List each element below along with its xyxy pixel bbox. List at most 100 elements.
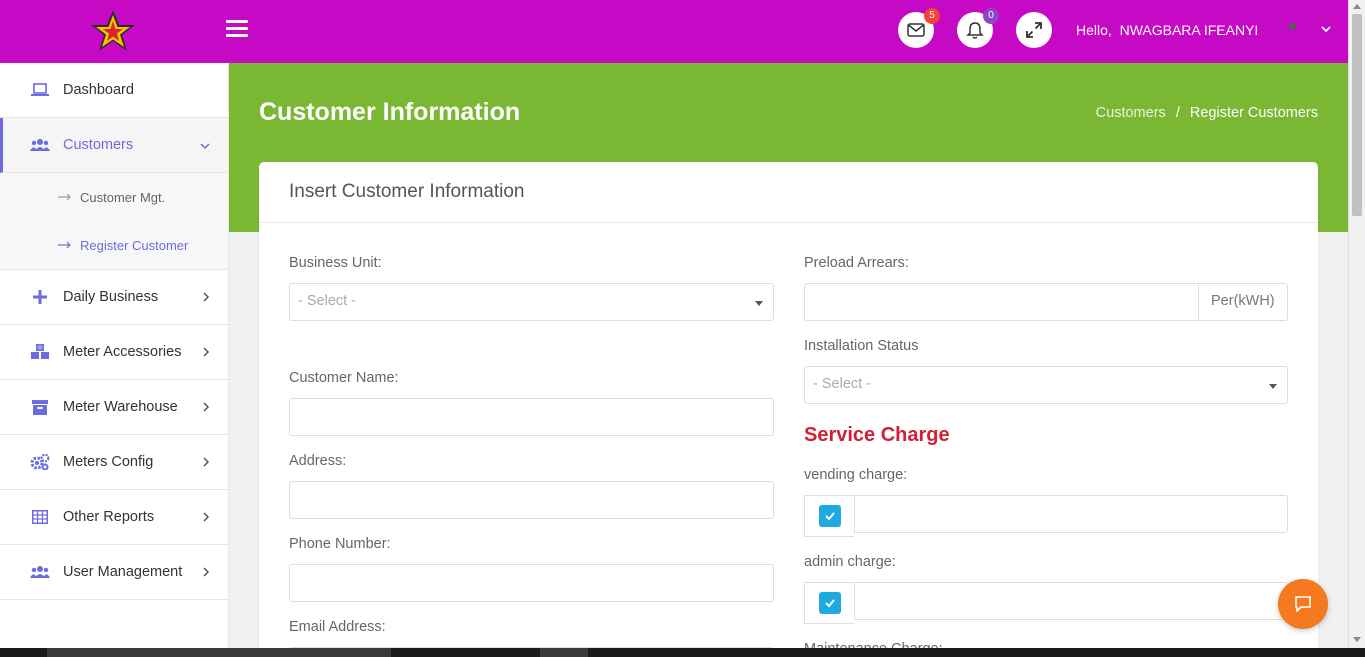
sidebar-item-other-reports[interactable]: Other Reports bbox=[0, 490, 228, 545]
submenu-item-register-customer[interactable]: Register Customer bbox=[0, 221, 228, 269]
sidebar-item-customers[interactable]: Customers bbox=[0, 118, 228, 173]
breadcrumb-separator: / bbox=[1175, 105, 1180, 121]
business-unit-label: Business Unit: bbox=[289, 255, 382, 271]
user-name: NWAGBARA IFEANYI bbox=[1119, 22, 1259, 38]
sidebar-item-daily-business[interactable]: Daily Business bbox=[0, 270, 228, 325]
customer-name-label: Customer Name: bbox=[289, 370, 399, 386]
chevron-right-icon bbox=[203, 567, 210, 577]
breadcrumb-link-customers[interactable]: Customers bbox=[1096, 105, 1166, 121]
customer-form-card: Insert Customer Information Business Uni… bbox=[259, 162, 1318, 657]
scroll-down-arrow-icon[interactable] bbox=[1353, 637, 1361, 642]
checkmark-icon bbox=[824, 599, 835, 608]
customers-submenu: Customer Mgt. Register Customer bbox=[0, 173, 228, 270]
mail-button[interactable]: 5 bbox=[898, 8, 940, 48]
laptop-icon bbox=[30, 81, 50, 99]
chevron-right-icon bbox=[203, 292, 210, 302]
menu-toggle-icon[interactable] bbox=[226, 20, 248, 40]
admin-charge-label: admin charge: bbox=[804, 554, 896, 570]
cubes-icon bbox=[30, 343, 50, 361]
sidebar-item-user-management[interactable]: User Management bbox=[0, 545, 228, 600]
phone-number-input[interactable] bbox=[289, 564, 774, 602]
email-address-label: Email Address: bbox=[289, 619, 386, 635]
chat-icon bbox=[1295, 596, 1311, 612]
chevron-down-icon[interactable] bbox=[1320, 24, 1332, 34]
arrow-right-icon bbox=[58, 241, 71, 249]
customer-name-input[interactable] bbox=[289, 398, 774, 436]
top-navbar: 5 0 Hello, NWAGBARA IFEANYI ✱ bbox=[0, 0, 1348, 63]
greeting-text: Hello, bbox=[1076, 22, 1112, 38]
mail-count-badge: 5 bbox=[924, 8, 940, 24]
sidebar-item-dashboard[interactable]: Dashboard bbox=[0, 63, 228, 118]
sidebar-item-label: Meter Accessories bbox=[63, 344, 182, 360]
sidebar-item-meter-warehouse[interactable]: Meter Warehouse bbox=[0, 380, 228, 435]
notification-count-badge: 0 bbox=[983, 8, 999, 24]
installation-status-select[interactable]: - Select - bbox=[804, 366, 1288, 404]
table-icon bbox=[30, 508, 50, 526]
chat-button[interactable] bbox=[1278, 579, 1328, 629]
star-logo[interactable] bbox=[88, 8, 138, 54]
sidebar-item-label: Dashboard bbox=[63, 82, 134, 98]
plus-icon bbox=[30, 288, 50, 306]
sidebar-item-label: Customers bbox=[63, 137, 134, 153]
sidebar-item-label: Other Reports bbox=[63, 509, 155, 525]
sidebar-item-meters-config[interactable]: Meters Config bbox=[0, 435, 228, 490]
sidebar: Dashboard Customers Customer Mgt. Regist… bbox=[0, 63, 229, 657]
sidebar-item-label: Daily Business bbox=[63, 289, 159, 305]
gears-icon bbox=[30, 453, 50, 471]
checkmark-icon bbox=[824, 512, 835, 521]
submenu-item-label: Customer Mgt. bbox=[80, 189, 166, 205]
arrow-right-icon bbox=[58, 193, 71, 201]
breadcrumb: Customers / Register Customers bbox=[1096, 105, 1318, 121]
admin-charge-input[interactable] bbox=[854, 582, 1288, 620]
envelope-icon bbox=[907, 23, 925, 37]
vertical-scrollbar[interactable] bbox=[1348, 0, 1365, 648]
chevron-right-icon bbox=[203, 512, 210, 522]
notifications-button[interactable]: 0 bbox=[957, 8, 999, 48]
scrollbar-thumb[interactable] bbox=[1352, 14, 1362, 216]
dropdown-caret-icon bbox=[755, 301, 763, 306]
sidebar-item-label: User Management bbox=[63, 564, 183, 580]
business-unit-selected: - Select - bbox=[298, 293, 357, 309]
chevron-down-icon bbox=[200, 143, 210, 150]
expand-icon bbox=[1026, 22, 1042, 38]
vending-charge-checkbox-wrap bbox=[804, 495, 854, 537]
vending-charge-checkbox[interactable] bbox=[818, 505, 841, 527]
sidebar-item-label: Meters Config bbox=[63, 454, 154, 470]
vending-charge-label: vending charge: bbox=[804, 467, 908, 483]
preload-arrears-input[interactable] bbox=[804, 283, 1199, 321]
user-greeting[interactable]: Hello, NWAGBARA IFEANYI ✱ bbox=[1076, 22, 1297, 38]
users-icon bbox=[30, 136, 50, 154]
phone-number-label: Phone Number: bbox=[289, 536, 391, 552]
archive-icon bbox=[30, 398, 50, 416]
preload-arrears-label: Preload Arrears: bbox=[804, 255, 909, 271]
admin-charge-checkbox-wrap bbox=[804, 582, 854, 624]
chevron-right-icon bbox=[203, 347, 210, 357]
bell-icon bbox=[966, 21, 984, 39]
dropdown-caret-icon bbox=[1269, 384, 1277, 389]
users-icon bbox=[30, 563, 50, 581]
submenu-item-label: Register Customer bbox=[80, 237, 189, 253]
admin-charge-checkbox[interactable] bbox=[818, 592, 841, 614]
sidebar-item-label: Meter Warehouse bbox=[63, 399, 178, 415]
os-taskbar bbox=[0, 648, 1365, 657]
scroll-up-arrow-icon[interactable] bbox=[1353, 4, 1361, 9]
service-charge-heading: Service Charge bbox=[804, 424, 950, 446]
online-status-icon: ✱ bbox=[1288, 22, 1297, 33]
fullscreen-button[interactable] bbox=[1016, 12, 1052, 48]
taskbar-app-segment[interactable] bbox=[540, 648, 588, 657]
installation-status-selected: - Select - bbox=[813, 376, 872, 392]
breadcrumb-current: Register Customers bbox=[1189, 105, 1318, 121]
taskbar-app-segment[interactable] bbox=[47, 648, 391, 657]
sidebar-item-meter-accessories[interactable]: Meter Accessories bbox=[0, 325, 228, 380]
address-label: Address: bbox=[289, 453, 347, 469]
vending-charge-input[interactable] bbox=[854, 495, 1288, 533]
main-content: Customer Information Customers / Registe… bbox=[229, 63, 1348, 657]
chevron-right-icon bbox=[203, 457, 210, 467]
chevron-right-icon bbox=[203, 402, 210, 412]
card-title: Insert Customer Information bbox=[259, 162, 1318, 223]
business-unit-select[interactable]: - Select - bbox=[289, 283, 774, 321]
submenu-item-customer-mgt[interactable]: Customer Mgt. bbox=[0, 173, 228, 221]
address-input[interactable] bbox=[289, 481, 774, 519]
page-title: Customer Information bbox=[259, 98, 521, 126]
preload-arrears-unit-addon: Per(kWH) bbox=[1199, 283, 1288, 321]
